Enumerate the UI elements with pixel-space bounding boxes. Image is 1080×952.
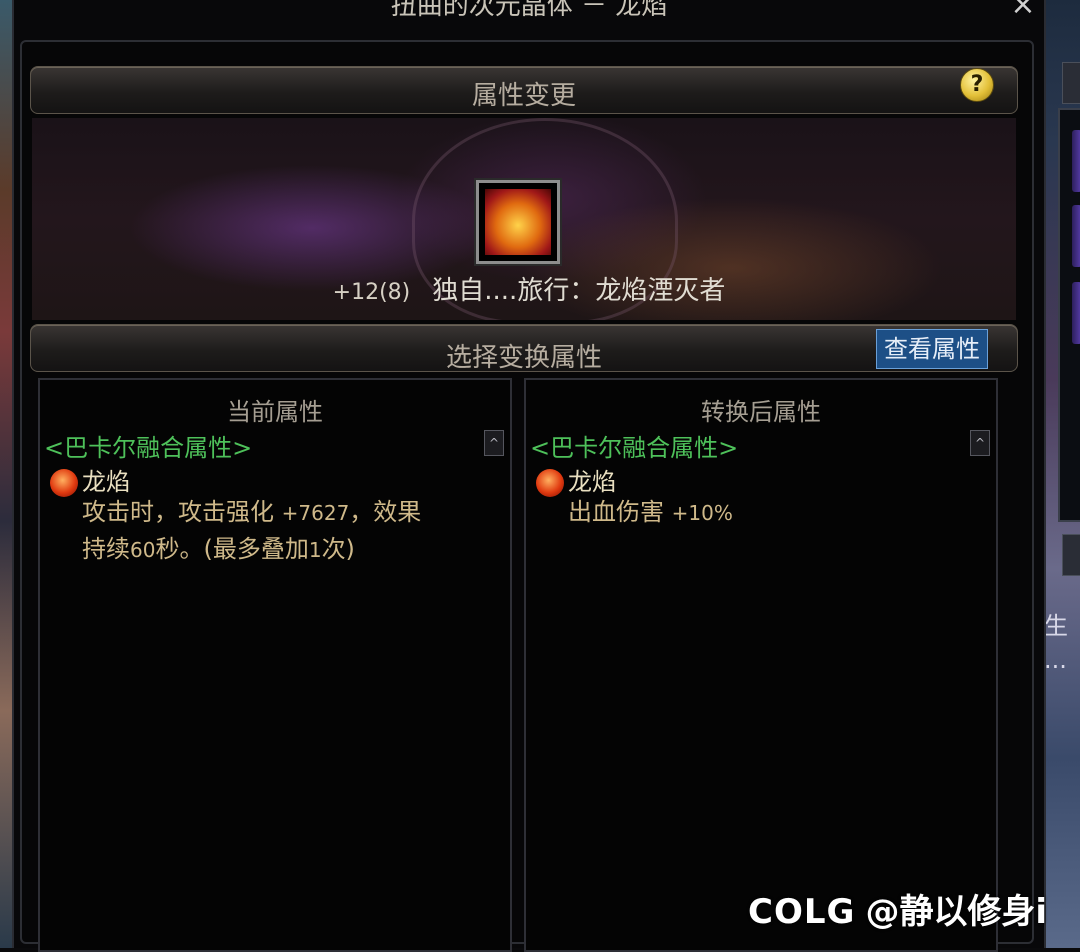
panel-title: 当前属性: [227, 398, 323, 426]
current-attribute-panel: 当前属性 ^ <巴卡尔融合属性> 龙焰 攻击时，攻击强化 +7627，效果 持续…: [38, 378, 512, 952]
item-icon[interactable]: [476, 180, 560, 264]
desc-text: 出血伤害: [568, 498, 672, 526]
inventory-slot[interactable]: [1072, 282, 1080, 344]
colg-logo: COLG: [748, 892, 856, 932]
desc-value: 60: [130, 538, 156, 562]
scroll-up-button[interactable]: ^: [484, 430, 504, 456]
attribute-name-row: 龙焰: [536, 462, 616, 497]
inventory-slot[interactable]: [1072, 130, 1080, 192]
attribute-name: 龙焰: [82, 468, 130, 496]
attribute-change-window: 扭曲的次元晶体 － 龙焰 × 属性变更 ? +12(8) 独自....旅行：龙焰湮…: [12, 0, 1046, 952]
attribute-description: 攻击时，攻击强化 +7627，效果 持续60秒。(最多叠加1次): [82, 494, 482, 568]
desc-text: 持续: [82, 535, 130, 563]
attribute-name-row: 龙焰: [50, 462, 130, 497]
header-title: 属性变更: [471, 81, 576, 111]
view-attributes-button[interactable]: 查看属性: [876, 329, 988, 369]
item-title: +12(8) 独自....旅行：龙焰湮灭者: [14, 270, 1044, 307]
help-button[interactable]: ?: [960, 68, 994, 102]
side-tab[interactable]: [1062, 534, 1080, 576]
select-attribute-title: 选择变换属性: [445, 343, 602, 373]
flame-icon: [536, 469, 564, 497]
attribute-name: 龙焰: [568, 468, 616, 496]
desc-value: 1: [308, 538, 322, 562]
desc-text: 秒。(最多叠加: [155, 535, 309, 563]
item-enhance-level: +12(8): [332, 280, 411, 305]
watermark: COLG @静以修身i: [748, 884, 1047, 933]
attribute-description: 出血伤害 +10%: [568, 494, 968, 531]
desc-value: +7627: [281, 501, 350, 525]
header-bar: 属性变更: [30, 66, 1018, 114]
scroll-up-button[interactable]: ^: [970, 430, 990, 456]
desc-text: 攻击时，攻击强化: [82, 498, 282, 526]
select-attribute-bar: 选择变换属性: [30, 324, 1018, 373]
dragon-weapon-icon: [485, 189, 551, 255]
desc-text: 次): [321, 535, 355, 563]
window-title: 扭曲的次元晶体 － 龙焰: [390, 0, 668, 21]
close-button[interactable]: ×: [1008, 0, 1038, 20]
flame-icon: [50, 469, 78, 497]
panel-title: 转换后属性: [701, 398, 821, 426]
item-name: 独自....旅行：龙焰湮灭者: [432, 276, 726, 306]
side-tab[interactable]: [1062, 62, 1080, 104]
desc-text: ，效果: [349, 498, 422, 526]
watermark-handle: @静以修身i: [865, 892, 1048, 932]
attribute-group-label: <巴卡尔融合属性>: [530, 434, 739, 462]
attribute-group-label: <巴卡尔融合属性>: [44, 434, 253, 462]
desc-value: +10%: [671, 501, 733, 525]
inventory-slot[interactable]: [1072, 205, 1080, 267]
converted-attribute-panel: 转换后属性 ^ <巴卡尔融合属性> 龙焰 出血伤害 +10%: [524, 378, 998, 952]
